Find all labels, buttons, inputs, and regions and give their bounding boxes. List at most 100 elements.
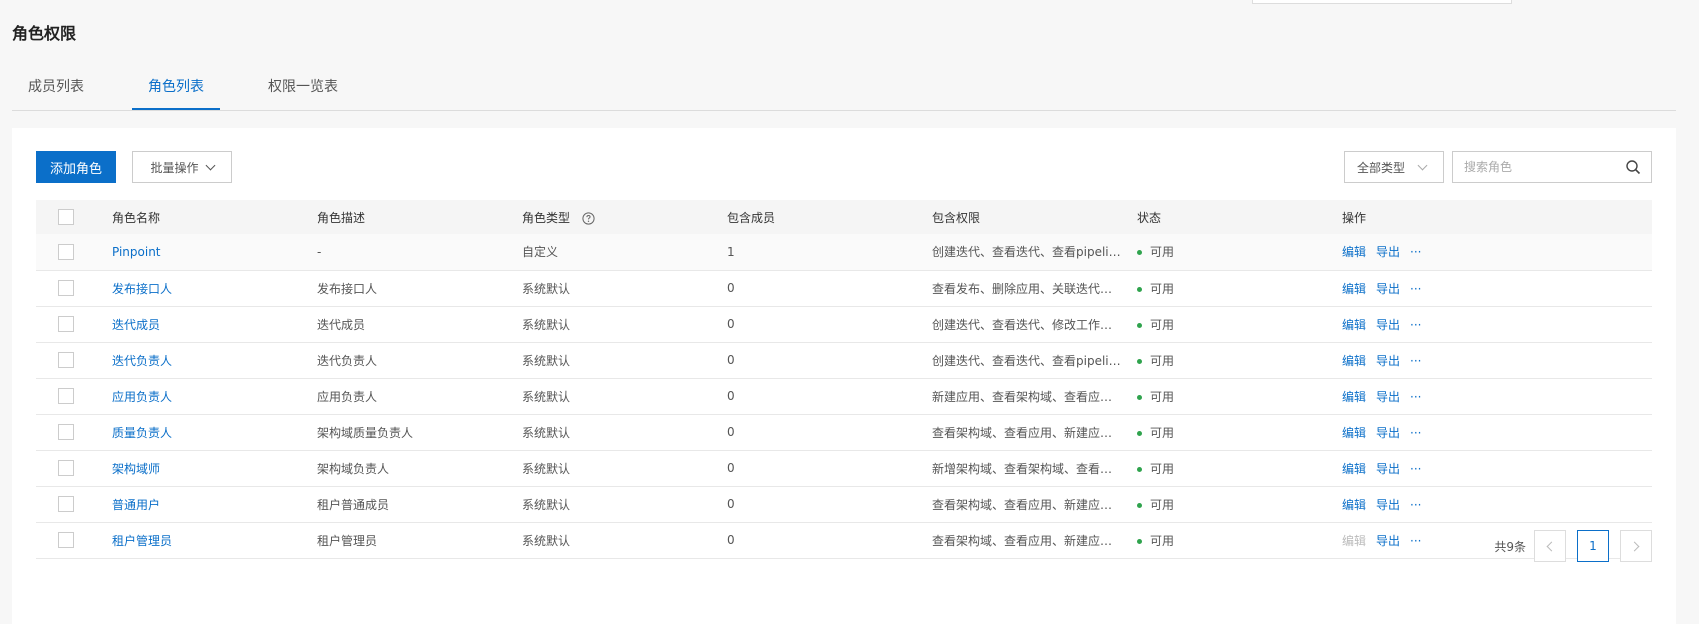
column-header-permissions: 包含权限 xyxy=(932,210,981,225)
role-type: 系统默认 xyxy=(522,461,571,476)
status-dot-icon xyxy=(1137,502,1142,508)
role-type-filter-value: 全部类型 xyxy=(1357,160,1406,175)
export-role-button[interactable]: 导出 xyxy=(1376,390,1400,404)
role-name-link[interactable]: Pinpoint xyxy=(112,245,161,259)
role-description: - xyxy=(317,244,322,259)
edit-role-button[interactable]: 编辑 xyxy=(1342,282,1366,296)
role-permissions: 新增架构域、查看架构域、查看应… xyxy=(932,461,1122,476)
status-dot-icon xyxy=(1137,322,1142,328)
status-text: 可用 xyxy=(1150,281,1175,296)
help-circle-icon[interactable] xyxy=(582,211,595,225)
status-dot-icon xyxy=(1137,394,1142,400)
export-role-button[interactable]: 导出 xyxy=(1376,534,1400,548)
row-checkbox[interactable] xyxy=(58,280,74,296)
batch-actions-label: 批量操作 xyxy=(150,160,199,175)
role-type: 自定义 xyxy=(522,245,559,260)
batch-actions-dropdown[interactable]: 批量操作 xyxy=(132,151,232,183)
export-role-button[interactable]: 导出 xyxy=(1376,462,1400,476)
more-icon[interactable]: ··· xyxy=(1410,426,1421,440)
more-icon[interactable]: ··· xyxy=(1410,534,1421,548)
role-name-link[interactable]: 发布接口人 xyxy=(112,282,172,296)
row-checkbox[interactable] xyxy=(58,243,74,260)
pagination-total: 共9条 xyxy=(1494,539,1526,554)
roles-panel: 添加角色 批量操作 全部类型 角色名称 角色描述 角色类型 xyxy=(12,128,1676,624)
role-name-link[interactable]: 架构域师 xyxy=(112,462,160,476)
column-header-status: 状态 xyxy=(1137,210,1162,225)
row-checkbox[interactable] xyxy=(58,424,74,440)
role-name-link[interactable]: 应用负责人 xyxy=(112,390,172,404)
more-icon[interactable]: ··· xyxy=(1410,498,1421,512)
role-type-filter[interactable]: 全部类型 xyxy=(1344,151,1444,183)
tab-permissions[interactable]: 权限一览表 xyxy=(268,76,338,110)
top-search-box-edge xyxy=(1252,0,1512,4)
table-row: 发布接口人 发布接口人 系统默认 0 查看发布、删除应用、关联迭代、… 可用 编辑 导出 ··· xyxy=(36,270,1652,306)
export-role-button[interactable]: 导出 xyxy=(1376,354,1400,368)
select-all-checkbox[interactable] xyxy=(58,209,74,225)
table-row: 普通用户 租户普通成员 系统默认 0 查看架构域、查看应用、新建应用… 可用 编辑 导出 ··· xyxy=(36,486,1652,522)
export-role-button[interactable]: 导出 xyxy=(1376,426,1400,440)
role-description: 迭代成员 xyxy=(317,317,366,332)
row-checkbox[interactable] xyxy=(58,532,74,548)
edit-role-button[interactable]: 编辑 xyxy=(1342,390,1366,404)
role-description: 架构域负责人 xyxy=(317,461,390,476)
role-permissions: 查看架构域、查看应用、新建应用… xyxy=(932,533,1122,548)
add-role-button[interactable]: 添加角色 xyxy=(36,151,116,183)
export-role-button[interactable]: 导出 xyxy=(1376,245,1400,259)
edit-role-button[interactable]: 编辑 xyxy=(1342,462,1366,476)
roles-table: 角色名称 角色描述 角色类型 包含成员 包含权限 状态 操作 Pinpoint -… xyxy=(36,200,1652,559)
edit-role-button[interactable]: 编辑 xyxy=(1342,426,1366,440)
role-type: 系统默认 xyxy=(522,497,571,512)
row-checkbox[interactable] xyxy=(58,460,74,476)
row-checkbox[interactable] xyxy=(58,352,74,368)
export-role-button[interactable]: 导出 xyxy=(1376,498,1400,512)
role-member-count: 0 xyxy=(727,497,735,511)
role-permissions: 创建迭代、查看迭代、修改工作项… xyxy=(932,317,1122,332)
tab-roles[interactable]: 角色列表 xyxy=(132,76,220,110)
role-member-count: 0 xyxy=(727,533,735,547)
role-name-link[interactable]: 质量负责人 xyxy=(112,426,172,440)
role-member-count: 0 xyxy=(727,353,735,367)
role-name-link[interactable]: 普通用户 xyxy=(112,498,160,512)
tab-bar: 成员列表 角色列表 权限一览表 xyxy=(12,70,1676,111)
more-icon[interactable]: ··· xyxy=(1410,390,1421,404)
role-name-link[interactable]: 迭代成员 xyxy=(112,318,160,332)
status-text: 可用 xyxy=(1150,245,1175,260)
export-role-button[interactable]: 导出 xyxy=(1376,318,1400,332)
more-icon[interactable]: ··· xyxy=(1410,462,1421,476)
role-name-link[interactable]: 租户管理员 xyxy=(112,534,172,548)
search-input[interactable] xyxy=(1453,152,1613,182)
role-type: 系统默认 xyxy=(522,389,571,404)
edit-role-button[interactable]: 编辑 xyxy=(1342,354,1366,368)
edit-role-button[interactable]: 编辑 xyxy=(1342,318,1366,332)
status-dot-icon xyxy=(1137,538,1142,544)
more-icon[interactable]: ··· xyxy=(1410,245,1421,259)
row-checkbox[interactable] xyxy=(58,388,74,404)
row-checkbox[interactable] xyxy=(58,496,74,512)
chevron-down-icon xyxy=(205,160,215,170)
chevron-right-icon xyxy=(1629,541,1640,551)
next-page-button[interactable] xyxy=(1620,530,1652,562)
role-description: 租户普通成员 xyxy=(317,497,390,512)
export-role-button[interactable]: 导出 xyxy=(1376,282,1400,296)
edit-role-button[interactable]: 编辑 xyxy=(1342,498,1366,512)
role-name-link[interactable]: 迭代负责人 xyxy=(112,354,172,368)
search-icon[interactable] xyxy=(1625,159,1641,175)
more-icon[interactable]: ··· xyxy=(1410,282,1421,296)
role-member-count: 0 xyxy=(727,317,735,331)
chevron-down-icon xyxy=(1417,160,1428,170)
row-checkbox[interactable] xyxy=(58,316,74,332)
page-button-current[interactable]: 1 xyxy=(1577,530,1609,562)
column-header-type: 角色类型 xyxy=(522,210,571,225)
status-text: 可用 xyxy=(1150,497,1175,512)
role-description: 应用负责人 xyxy=(317,389,378,404)
tab-members[interactable]: 成员列表 xyxy=(28,76,84,110)
table-row: 迭代负责人 迭代负责人 系统默认 0 创建迭代、查看迭代、查看pipeline、… 可用 编… xyxy=(36,342,1652,378)
role-member-count: 1 xyxy=(727,244,735,259)
edit-role-button[interactable]: 编辑 xyxy=(1342,245,1366,259)
table-row: 迭代成员 迭代成员 系统默认 0 创建迭代、查看迭代、修改工作项… 可用 编辑 导出 ··· xyxy=(36,306,1652,342)
prev-page-button[interactable] xyxy=(1534,530,1566,562)
role-permissions: 查看架构域、查看应用、新建应用… xyxy=(932,425,1122,440)
more-icon[interactable]: ··· xyxy=(1410,354,1421,368)
role-type: 系统默认 xyxy=(522,353,571,368)
more-icon[interactable]: ··· xyxy=(1410,318,1421,332)
